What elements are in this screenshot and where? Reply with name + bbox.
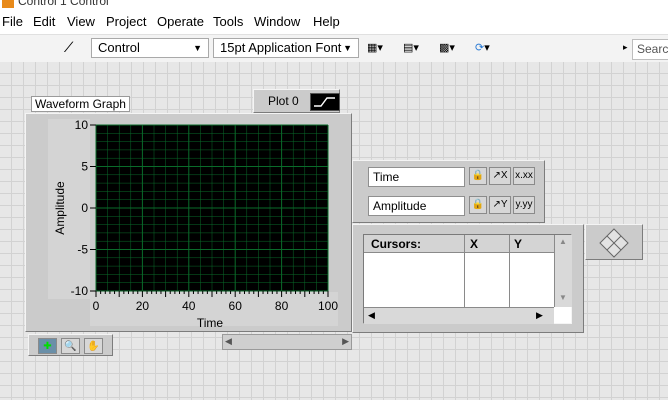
y-axis-label: Amplitude [53,181,67,235]
y-tick-label: 5 [81,160,88,174]
menu-view[interactable]: View [67,14,95,29]
menu-edit[interactable]: Edit [33,14,55,29]
toolbar: ∕ Control ▼ 15pt Application Font ▼ ▦▾ ▤… [0,34,668,63]
y-tick-label: -10 [71,284,89,298]
plot-legend-name: Plot 0 [268,94,299,108]
y-tick-label: -5 [77,243,88,257]
scroll-left-icon[interactable]: ◀ [225,336,232,347]
brush-icon[interactable]: ∕ [68,39,71,56]
scroll-left-icon[interactable]: ◀ [368,310,375,321]
search-placeholder: Search [637,42,668,56]
autoscale-x-icon[interactable]: ↗X [489,167,511,185]
menu-bar: File Edit View Project Operate Tools Win… [0,10,668,34]
x-tick-label: 20 [136,299,150,313]
window-title-bar: Control 1 Control [0,0,668,10]
x-format-icon[interactable]: x.xx [513,167,535,185]
scale-legend: Time 🔒 ↗X x.xx Amplitude 🔒 ↗Y y.yy [352,160,545,223]
graph-palette: ✚ 🔍 ✋ [28,334,113,356]
menu-tools[interactable]: Tools [213,14,243,29]
y-tick-label: 10 [75,118,89,132]
font-select-value: 15pt Application Font [220,40,342,55]
plot-line-icon [314,97,335,107]
pan-hand-icon[interactable]: ✋ [84,338,103,354]
labview-icon [2,0,14,8]
search-arrow-icon: ▸ [623,42,628,52]
cursor-move-icon[interactable]: ✚ [38,338,57,354]
cursor-v-scrollbar[interactable]: ▲ ▼ [554,235,572,307]
scale-name-time-text: Time [373,170,400,184]
x-tick-label: 80 [275,299,289,313]
column-divider [509,235,510,307]
col-x: X [470,237,479,251]
cursor-movement-control[interactable] [585,224,643,260]
scroll-right-icon[interactable]: ▶ [342,336,349,347]
col-y: Y [514,237,523,251]
menu-help[interactable]: Help [313,14,340,29]
chevron-down-icon: ▼ [193,43,202,53]
y-format-icon[interactable]: y.yy [513,196,535,214]
label-select-value: Control [98,40,140,55]
menu-window[interactable]: Window [254,14,300,29]
x-tick-label: 60 [229,299,243,313]
column-divider [464,235,465,307]
font-select[interactable]: 15pt Application Font ▼ [213,38,359,58]
menu-operate[interactable]: Operate [157,14,204,29]
lock-icon[interactable]: 🔒 [469,167,487,185]
scroll-right-icon[interactable]: ▶ [536,310,543,321]
scroll-down-icon[interactable]: ▼ [559,293,567,302]
menu-project[interactable]: Project [106,14,146,29]
cursor-legend: Cursors: X Y ▲ ▼ ◀ ▶ [352,224,584,333]
chevron-down-icon: ▼ [343,43,352,53]
x-scrollbar[interactable]: ◀ ▶ [222,334,352,350]
resize-objects-icon[interactable]: ▩▾ [439,40,455,57]
x-tick-label: 0 [93,299,100,313]
cursor-move-diamond-icon [599,228,629,258]
label-select[interactable]: Control ▼ [91,38,209,58]
plot-legend[interactable]: Plot 0 [253,89,340,113]
autoscale-y-icon[interactable]: ↗Y [489,196,511,214]
scroll-up-icon[interactable]: ▲ [559,237,567,246]
y-tick-label: 0 [81,201,88,215]
scale-name-time[interactable]: Time [368,167,465,187]
cursor-h-scrollbar[interactable]: ◀ ▶ [364,307,554,324]
align-objects-icon[interactable]: ▦▾ [367,40,383,57]
lock-icon[interactable]: 🔒 [469,196,487,214]
scale-name-amplitude[interactable]: Amplitude [368,196,465,216]
cursor-table[interactable]: Cursors: X Y ▲ ▼ ◀ ▶ [363,234,572,324]
plot-style-swatch[interactable] [310,93,340,111]
reorder-icon[interactable]: ⟳▾ [475,40,490,57]
scale-name-amplitude-text: Amplitude [373,199,427,213]
x-tick-label: 40 [182,299,196,313]
search-input[interactable]: Search [632,39,668,60]
graph-label[interactable]: Waveform Graph [31,96,130,112]
col-cursors: Cursors: [371,237,422,251]
cursor-table-header: Cursors: X Y [364,235,571,253]
distribute-objects-icon[interactable]: ▤▾ [403,40,419,57]
menu-file[interactable]: File [2,14,23,29]
x-axis-label: Time [197,316,224,330]
graph-label-text: Waveform Graph [35,97,126,111]
x-tick-label: 100 [318,299,338,313]
waveform-chart: 10 5 0 -5 -10 0 20 40 60 80 100 Amplitude Time [48,118,338,330]
window-title: Control 1 Control [18,0,109,8]
plot-grid [95,124,329,292]
zoom-icon[interactable]: 🔍 [61,338,80,354]
